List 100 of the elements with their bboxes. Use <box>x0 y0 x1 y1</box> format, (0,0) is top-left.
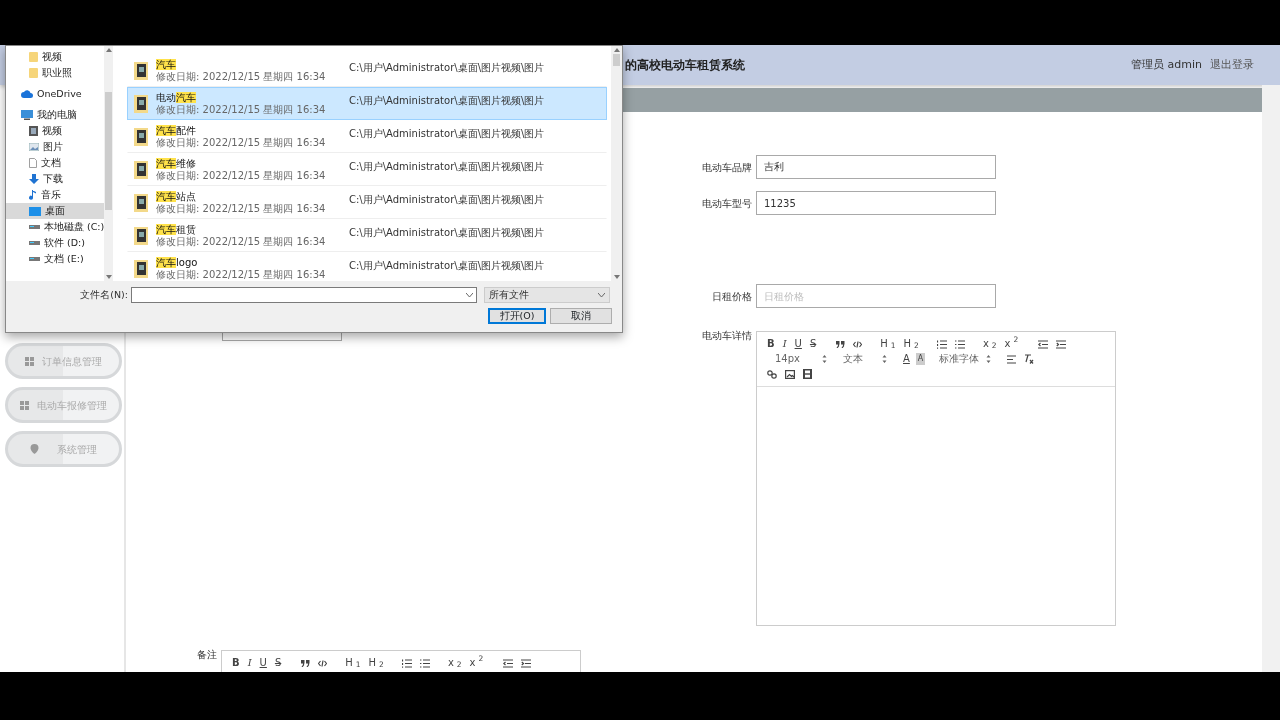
folder-tree-item[interactable]: 下载 <box>6 171 105 187</box>
up-down-arrow-icon <box>822 355 827 363</box>
folder-tree-item[interactable]: 软件 (D:) <box>6 235 105 251</box>
ordered-list-button[interactable] <box>934 339 949 349</box>
outdent-button[interactable] <box>501 658 516 668</box>
scrollbar[interactable] <box>611 46 622 281</box>
folder-tree-item[interactable]: 文档 <box>6 155 105 171</box>
code-button[interactable] <box>316 659 330 667</box>
file-name: 电动汽车 <box>156 91 197 104</box>
strikethrough-button[interactable]: S <box>807 338 819 350</box>
quote-button[interactable] <box>299 659 313 667</box>
bullet-list-button[interactable] <box>952 339 967 349</box>
scrollbar-thumb[interactable] <box>613 54 620 66</box>
music-note-icon <box>29 190 37 200</box>
up-down-arrow-icon <box>986 355 992 363</box>
strikethrough-button[interactable]: S <box>272 657 284 669</box>
file-row[interactable]: 汽车配件 修改日期: 2022/12/15 星期四 16:34 C:\用户\Administrator\桌面\图片视频\图片 <box>127 120 607 153</box>
field-label: 日租价格 <box>711 289 752 304</box>
script-button[interactable]: x$^{2}$ <box>467 657 486 669</box>
folder-tree-item[interactable]: 视频 <box>6 49 105 65</box>
align-button[interactable] <box>1005 354 1019 364</box>
scrollbar[interactable] <box>1262 85 1280 672</box>
file-row[interactable]: 电动汽车 修改日期: 2022/12/15 星期四 16:34 C:\用户\Administrator\桌面\图片视频\图片 <box>127 87 607 120</box>
script-button[interactable]: x$_{2}$ <box>445 657 464 669</box>
format-select[interactable]: 14px <box>773 353 829 365</box>
rich-text-editor[interactable]: B I U S H$_{1}$ H$_{2}$ x$_{2}$ x$^{2}$ 14px 文本 A A 标准字体 <box>756 331 1116 626</box>
image-file-icon <box>134 193 148 212</box>
italic-button[interactable]: I <box>245 657 254 669</box>
link-button[interactable] <box>765 369 779 379</box>
bulleted-list-icon <box>954 339 965 349</box>
text-color-button[interactable]: A <box>901 353 912 365</box>
file-name: 汽车 <box>156 58 177 71</box>
quote-button[interactable] <box>834 340 848 348</box>
drive-icon <box>29 256 40 262</box>
file-name-label: 文件名(N): <box>79 287 129 302</box>
logout-link[interactable]: 退出登录 <box>1210 56 1254 74</box>
open-button[interactable]: 打开(O) <box>488 308 546 324</box>
heading-button[interactable]: H$_{1}$ <box>343 657 363 669</box>
heading-button[interactable]: H$_{2}$ <box>901 338 921 350</box>
grid-icon <box>25 356 34 366</box>
picture-icon <box>29 143 39 151</box>
heading-button[interactable]: H$_{1}$ <box>878 338 898 350</box>
underline-button[interactable]: U <box>257 657 269 669</box>
file-name: 汽车维修 <box>156 157 197 170</box>
indent-button[interactable] <box>1054 339 1069 349</box>
bold-button[interactable]: B <box>230 657 242 669</box>
drive-icon <box>29 240 40 246</box>
underline-button[interactable]: U <box>792 338 804 350</box>
outdent-button[interactable] <box>1036 339 1051 349</box>
scrollbar-thumb[interactable] <box>105 92 113 210</box>
outdent-icon <box>1038 339 1049 349</box>
folder-tree-item[interactable]: OneDrive <box>6 86 105 102</box>
scroll-down-icon <box>613 275 620 279</box>
folder-tree-item[interactable]: 音乐 <box>6 187 105 203</box>
input-field[interactable]: 吉利 <box>756 155 996 179</box>
bullet-list-button[interactable] <box>417 658 432 668</box>
image-file-icon <box>134 94 148 113</box>
folder-tree-item[interactable]: 我的电脑 <box>6 107 105 123</box>
file-path: C:\用户\Administrator\桌面\图片视频\图片 <box>349 61 546 75</box>
script-button[interactable]: x$^{2}$ <box>1002 338 1021 350</box>
file-path: C:\用户\Administrator\桌面\图片视频\图片 <box>349 259 546 273</box>
indent-icon <box>1056 339 1067 349</box>
background-color-button[interactable]: A <box>915 353 926 365</box>
folder-tree-item[interactable]: 视频 <box>6 123 105 139</box>
code-icon <box>853 340 863 348</box>
cancel-button[interactable]: 取消 <box>550 308 612 324</box>
quote-icon <box>301 659 311 667</box>
align-icon <box>1007 354 1017 364</box>
format-select[interactable]: 文本 <box>841 353 889 365</box>
folder-tree-item[interactable]: 桌面 <box>6 203 105 219</box>
outdent-icon <box>503 658 514 668</box>
download-arrow-icon <box>29 174 39 184</box>
image-button[interactable] <box>783 369 797 379</box>
file-name: 汽车配件 <box>156 124 197 137</box>
bulleted-list-icon <box>419 658 430 668</box>
file-row[interactable]: 汽车租赁 修改日期: 2022/12/15 星期四 16:34 C:\用户\Administrator\桌面\图片视频\图片 <box>127 219 607 252</box>
heading-button[interactable]: H$_{2}$ <box>366 657 386 669</box>
code-button[interactable] <box>851 340 865 348</box>
file-name-field[interactable] <box>131 287 477 303</box>
folder-tree-item[interactable]: 职业照 <box>6 65 105 81</box>
file-row[interactable]: 汽车站点 修改日期: 2022/12/15 星期四 16:34 C:\用户\Administrator\桌面\图片视频\图片 <box>127 186 607 219</box>
file-type-select[interactable]: 所有文件 <box>484 287 610 303</box>
folder-tree-item[interactable]: 文档 (E:) <box>6 251 105 267</box>
modified-date: 修改日期: 2022/12/15 星期四 16:34 <box>156 236 326 248</box>
file-path: C:\用户\Administrator\桌面\图片视频\图片 <box>349 193 546 207</box>
scrollbar[interactable] <box>104 46 113 281</box>
italic-button[interactable]: I <box>780 338 789 350</box>
ordered-list-button[interactable] <box>399 658 414 668</box>
folder-tree-item[interactable]: 本地磁盘 (C:) <box>6 219 105 235</box>
format-select[interactable]: 标准字体 <box>937 353 994 365</box>
script-button[interactable]: x$_{2}$ <box>980 338 999 350</box>
indent-button[interactable] <box>519 658 534 668</box>
bold-button[interactable]: B <box>765 338 777 350</box>
file-row[interactable]: 汽车维修 修改日期: 2022/12/15 星期四 16:34 C:\用户\Administrator\桌面\图片视频\图片 <box>127 153 607 186</box>
folder-tree-item[interactable]: 图片 <box>6 139 105 155</box>
file-path: C:\用户\Administrator\桌面\图片视频\图片 <box>349 160 546 174</box>
cloud-icon <box>21 90 33 98</box>
video-button[interactable] <box>801 369 814 379</box>
computer-icon <box>21 110 33 120</box>
input-field[interactable]: 11235 <box>756 191 996 215</box>
